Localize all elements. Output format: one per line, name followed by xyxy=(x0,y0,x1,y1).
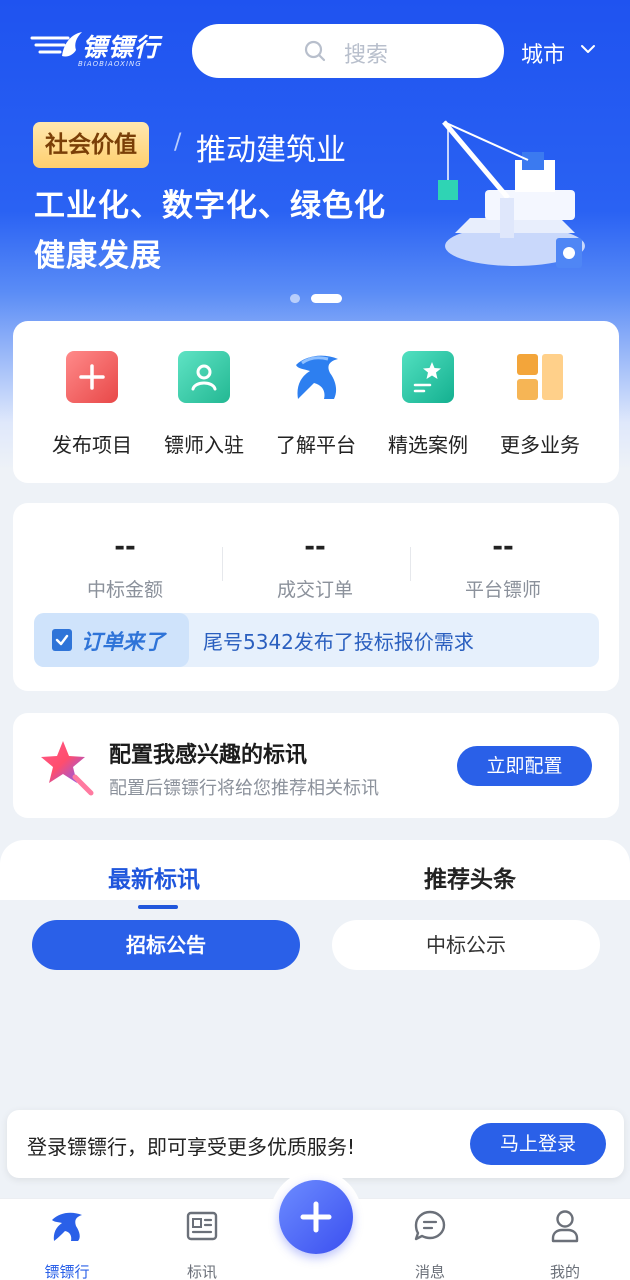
service-featured-cases[interactable]: 精选案例 xyxy=(372,351,484,457)
filter-tender-notice[interactable]: 招标公告 xyxy=(32,920,300,970)
login-now-button[interactable]: 马上登录 xyxy=(470,1123,606,1165)
notice-title: 订单来了 xyxy=(81,630,165,654)
nav-label: 镖镖行 xyxy=(44,1263,90,1280)
config-title: 配置我感兴趣的标讯 xyxy=(109,743,308,768)
notice-tag: 订单来了 xyxy=(34,613,189,667)
stat-label: 平台镖师 xyxy=(464,579,541,601)
search-icon xyxy=(304,40,326,62)
user-profile-icon xyxy=(551,1210,579,1243)
logo-subtext: BIAOBIAOXING xyxy=(78,60,142,68)
nav-label: 标讯 xyxy=(186,1263,217,1280)
banner-headline-2: 健康发展 xyxy=(34,238,162,274)
horse-logo-icon xyxy=(290,351,342,403)
stat-bid-amount: -- 中标金额 xyxy=(31,533,219,602)
stat-value: -- xyxy=(492,532,514,562)
user-card-icon xyxy=(178,351,230,403)
stat-value: -- xyxy=(114,532,136,562)
nav-item-home[interactable]: 镖镖行 xyxy=(7,1207,127,1280)
services-card: 发布项目 镖师入驻 了解平台 精选案例 更多业务 xyxy=(13,321,619,483)
banner-tag: 社会价值 xyxy=(33,122,149,168)
login-prompt-bar: 登录镖镖行，即可享受更多优质服务! 马上登录 xyxy=(7,1110,624,1178)
tab-latest-bids[interactable]: 最新标讯 xyxy=(108,860,200,894)
star-wand-icon xyxy=(41,741,94,796)
nav-item-mine[interactable]: 我的 xyxy=(505,1207,625,1280)
document-check-icon xyxy=(52,629,72,651)
nav-item-messages[interactable]: 消息 xyxy=(370,1207,490,1280)
search-placeholder: 搜索 xyxy=(344,43,389,68)
add-fab-button[interactable] xyxy=(279,1180,353,1254)
stat-label: 成交订单 xyxy=(276,579,353,601)
notice-text: 尾号5342发布了投标报价需求 xyxy=(203,630,474,654)
plus-icon xyxy=(300,1201,332,1233)
horse-home-icon xyxy=(52,1212,82,1241)
banner-subtitle: 推动建筑业 xyxy=(196,133,346,168)
service-publish-project[interactable]: 发布项目 xyxy=(36,351,148,457)
service-label: 精选案例 xyxy=(388,433,468,457)
login-prompt-text: 登录镖镖行，即可享受更多优质服务! xyxy=(27,1135,356,1159)
stat-escorts: -- 平台镖师 xyxy=(409,533,597,602)
service-join-as-escort[interactable]: 镖师入驻 xyxy=(148,351,260,457)
banner-headline-1: 工业化、数字化、绿色化 xyxy=(34,188,386,224)
crane-illustration-icon xyxy=(438,120,585,268)
interest-config-card: 配置我感兴趣的标讯 配置后镖镖行将给您推荐相关标讯 立即配置 xyxy=(13,713,619,818)
logo-text: 镖镖行 xyxy=(82,33,161,62)
carousel-dot-2[interactable] xyxy=(311,294,342,303)
service-label: 发布项目 xyxy=(52,433,132,457)
app-logo: 镖镖行 BIAOBIAOXING xyxy=(28,26,174,74)
stat-orders: -- 成交订单 xyxy=(221,533,409,602)
logo-horse-icon xyxy=(30,32,82,57)
stat-label: 中标金额 xyxy=(86,579,163,601)
nav-label: 消息 xyxy=(414,1263,445,1280)
star-board-icon xyxy=(402,351,454,403)
order-notice[interactable]: 订单来了 尾号5342发布了投标报价需求 xyxy=(34,613,599,667)
newspaper-icon xyxy=(186,1211,218,1241)
chat-bubble-icon xyxy=(414,1210,446,1241)
grid-blocks-icon xyxy=(514,351,566,403)
service-more-business[interactable]: 更多业务 xyxy=(484,351,596,457)
content-tabs: 最新标讯 推荐头条 xyxy=(0,840,630,909)
stat-value: -- xyxy=(304,532,326,562)
nav-item-bids[interactable]: 标讯 xyxy=(142,1207,262,1280)
service-label: 更多业务 xyxy=(500,433,580,457)
nav-label: 我的 xyxy=(549,1263,580,1280)
city-selector[interactable]: 城市 xyxy=(521,37,565,69)
config-subtitle: 配置后镖镖行将给您推荐相关标讯 xyxy=(109,778,379,799)
search-input[interactable]: 搜索 xyxy=(192,24,504,78)
configure-now-button[interactable]: 立即配置 xyxy=(457,746,592,786)
banner-separator: / xyxy=(174,130,182,155)
service-label: 镖师入驻 xyxy=(164,433,244,457)
active-tab-indicator xyxy=(138,905,178,909)
service-about-platform[interactable]: 了解平台 xyxy=(260,351,372,457)
stats-card: -- 中标金额 -- 成交订单 -- 平台镖师 订单来了 尾号5342发布了投标… xyxy=(13,503,619,691)
chevron-down-icon[interactable] xyxy=(580,44,596,54)
tab-recommended-headlines[interactable]: 推荐头条 xyxy=(424,860,516,894)
add-square-icon xyxy=(66,351,118,403)
filter-award-notice[interactable]: 中标公示 xyxy=(332,920,600,970)
carousel-dot-1[interactable] xyxy=(290,294,300,303)
service-label: 了解平台 xyxy=(276,433,356,457)
